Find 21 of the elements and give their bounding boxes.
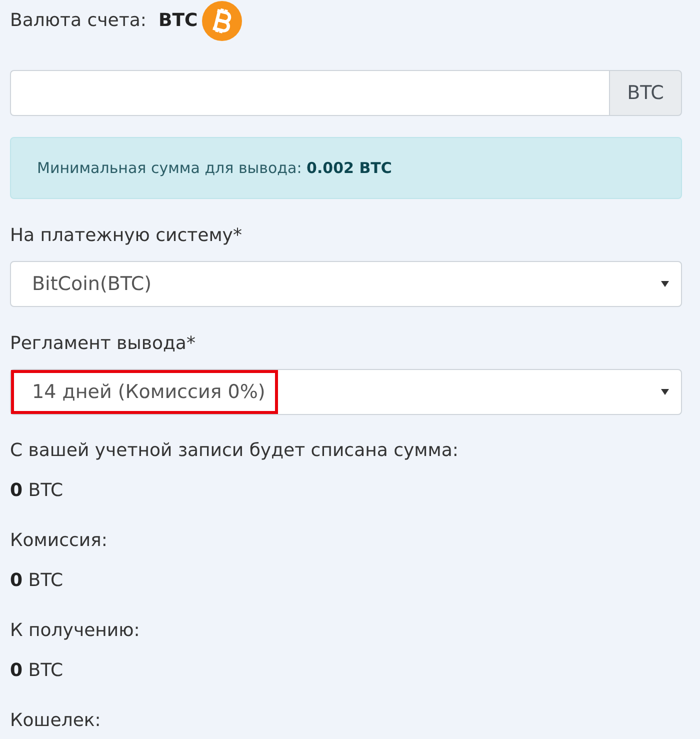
min-amount-text: Минимальная сумма для вывода: 0.002 BTC [37, 159, 392, 177]
dropdown-select[interactable]: 14 дней (Комиссия 0%) [10, 369, 682, 415]
summary-value: 0 BTC [10, 479, 64, 503]
amount-input[interactable] [10, 70, 609, 116]
wallet-label: Кошелек: [10, 709, 102, 733]
caret-icon [661, 389, 669, 395]
summary-value: 0 BTC [10, 659, 64, 683]
currency-addon: BTC [609, 70, 682, 116]
summary-label: К получению: [10, 619, 141, 643]
field-label: На платежную систему* [10, 224, 243, 248]
selected-option: BitCoin(BTC) [11, 262, 165, 306]
summary-value: 0 BTC [10, 569, 64, 593]
dropdown-select[interactable]: BitCoin(BTC) [10, 261, 682, 307]
currency-value: BTC [158, 9, 198, 33]
currency-label: Валюта счета: [10, 9, 146, 33]
field-label: Регламент вывода* [10, 332, 196, 356]
summary-label: Комиссия: [10, 529, 108, 553]
caret-icon [661, 281, 669, 287]
bitcoin-icon [202, 1, 242, 41]
summary-label: С вашей учетной записи будет списана сумма: [10, 439, 460, 463]
selected-option: 14 дней (Комиссия 0%) [11, 370, 278, 414]
